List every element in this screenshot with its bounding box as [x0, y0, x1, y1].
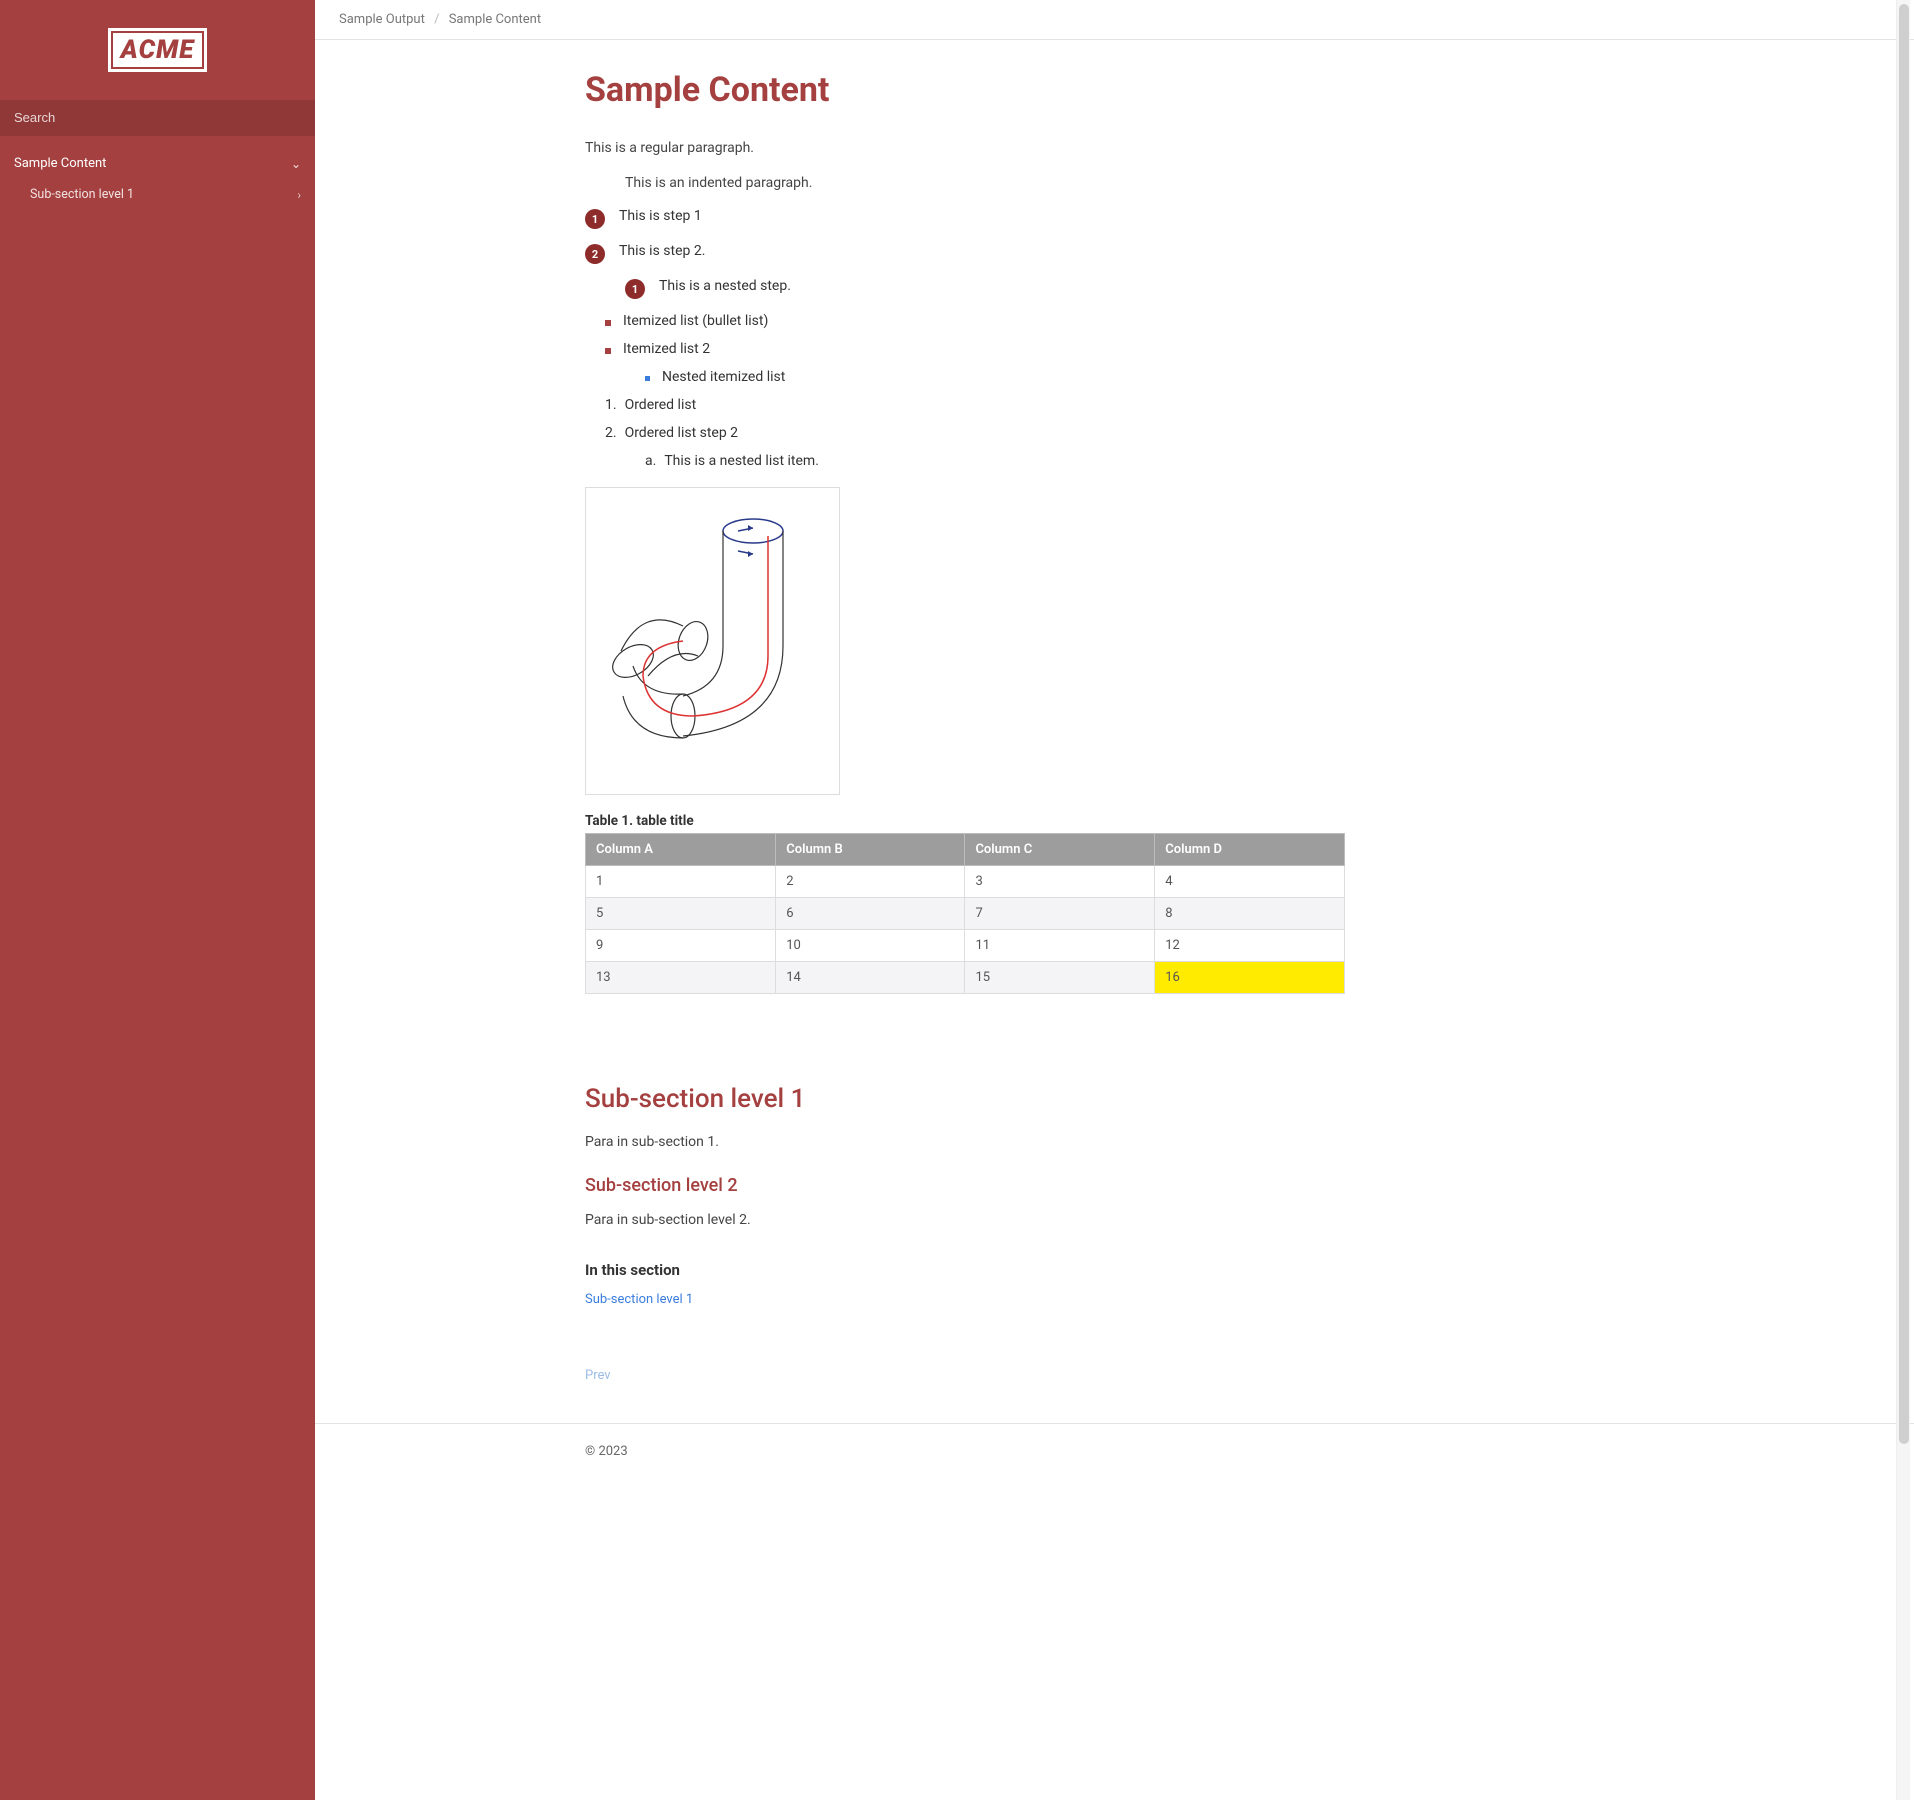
page-title: Sample Content	[585, 70, 1345, 110]
cell: 8	[1155, 898, 1345, 930]
step-text: This is step 2.	[619, 243, 705, 259]
table-row: 5 6 7 8	[586, 898, 1345, 930]
cell: 2	[776, 866, 965, 898]
cell: 3	[965, 866, 1155, 898]
logo-wrap: ACME	[0, 0, 315, 100]
ordered-text: This is a nested list item.	[664, 453, 819, 469]
in-this-section-link[interactable]: Sub-section level 1	[585, 1292, 693, 1307]
search-input[interactable]	[14, 110, 301, 125]
list-item-text: Nested itemized list	[662, 369, 785, 385]
breadcrumb-root[interactable]: Sample Output	[339, 12, 425, 27]
step-2: 2 This is step 2.	[585, 243, 1345, 264]
logo: ACME	[108, 28, 208, 72]
breadcrumb: Sample Output / Sample Content	[315, 0, 1914, 40]
nav-item-sample-content[interactable]: Sample Content ⌄	[0, 148, 315, 179]
cell: 4	[1155, 866, 1345, 898]
bullet-square-icon	[605, 348, 611, 354]
subsection-2-para: Para in sub-section level 2.	[585, 1210, 1345, 1231]
subsection-1-para: Para in sub-section 1.	[585, 1132, 1345, 1153]
cell: 6	[776, 898, 965, 930]
list-item: Itemized list 2	[605, 341, 1345, 357]
step-2-nested: 1 This is a nested step.	[625, 278, 1345, 299]
ordered-item-2: 2. Ordered list step 2	[605, 425, 1345, 441]
main: Sample Output / Sample Content Sample Co…	[315, 0, 1914, 1800]
cell: 1	[586, 866, 776, 898]
paragraph-indented: This is an indented paragraph.	[625, 173, 1345, 194]
footer-text: © 2023	[585, 1444, 628, 1459]
list-item-text: Itemized list (bullet list)	[623, 313, 768, 329]
cell: 5	[586, 898, 776, 930]
col-header-a: Column A	[586, 834, 776, 866]
ordered-item-2-nested: a. This is a nested list item.	[645, 453, 1345, 469]
list-item-text: Itemized list 2	[623, 341, 710, 357]
data-table: Column A Column B Column C Column D 1 2 …	[585, 833, 1345, 994]
step-text: This is a nested step.	[659, 278, 791, 294]
table-caption: Table 1. table title	[585, 813, 1345, 829]
breadcrumb-separator: /	[434, 12, 439, 27]
list-item: Itemized list (bullet list)	[605, 313, 1345, 329]
in-this-section-title: In this section	[585, 1261, 1345, 1279]
paragraph-regular: This is a regular paragraph.	[585, 138, 1345, 159]
cell: 10	[776, 930, 965, 962]
cell: 13	[586, 962, 776, 994]
cell: 14	[776, 962, 965, 994]
content: Sample Content This is a regular paragra…	[315, 40, 1345, 1423]
pipe-illustration-icon	[603, 506, 823, 776]
table-row: 9 10 11 12	[586, 930, 1345, 962]
breadcrumb-current: Sample Content	[449, 12, 541, 27]
footer: © 2023	[315, 1423, 1914, 1499]
col-header-b: Column B	[776, 834, 965, 866]
table-header-row: Column A Column B Column C Column D	[586, 834, 1345, 866]
cell: 9	[586, 930, 776, 962]
chevron-right-icon: ›	[297, 188, 301, 202]
bullet-square-icon	[605, 320, 611, 326]
cell: 7	[965, 898, 1155, 930]
table-row: 1 2 3 4	[586, 866, 1345, 898]
bullet-square-icon	[645, 376, 650, 381]
scrollbar-thumb[interactable]	[1899, 4, 1909, 1444]
chevron-down-icon: ⌄	[291, 157, 301, 171]
ordered-marker: 1.	[605, 397, 617, 413]
nav: Sample Content ⌄ Sub-section level 1 ›	[0, 136, 315, 210]
pager-prev-link[interactable]: Prev	[585, 1368, 611, 1383]
sidebar: ACME Sample Content ⌄ Sub-section level …	[0, 0, 315, 1800]
ordered-marker: a.	[645, 453, 656, 469]
step-number-icon: 1	[625, 279, 645, 299]
ordered-marker: 2.	[605, 425, 617, 441]
step-1: 1 This is step 1	[585, 208, 1345, 229]
cell-highlighted: 16	[1155, 962, 1345, 994]
ordered-item-1: 1. Ordered list	[605, 397, 1345, 413]
figure-pipe	[585, 487, 840, 795]
nav-item-label: Sample Content	[14, 156, 106, 171]
step-text: This is step 1	[619, 208, 702, 224]
table-row: 13 14 15 16	[586, 962, 1345, 994]
subsection-1-title: Sub-section level 1	[585, 1084, 1345, 1114]
cell: 11	[965, 930, 1155, 962]
scrollbar-track[interactable]	[1896, 0, 1910, 1800]
list-item-nested: Nested itemized list	[645, 369, 1345, 385]
col-header-c: Column C	[965, 834, 1155, 866]
pager: Prev	[585, 1367, 1345, 1383]
cell: 12	[1155, 930, 1345, 962]
col-header-d: Column D	[1155, 834, 1345, 866]
search-container	[0, 100, 315, 136]
nav-item-label: Sub-section level 1	[30, 187, 134, 202]
step-number-icon: 2	[585, 244, 605, 264]
step-number-icon: 1	[585, 209, 605, 229]
ordered-text: Ordered list	[625, 397, 697, 413]
cell: 15	[965, 962, 1155, 994]
ordered-text: Ordered list step 2	[625, 425, 739, 441]
subsection-2-title: Sub-section level 2	[585, 1175, 1345, 1196]
nav-item-subsection-1[interactable]: Sub-section level 1 ›	[0, 179, 315, 210]
